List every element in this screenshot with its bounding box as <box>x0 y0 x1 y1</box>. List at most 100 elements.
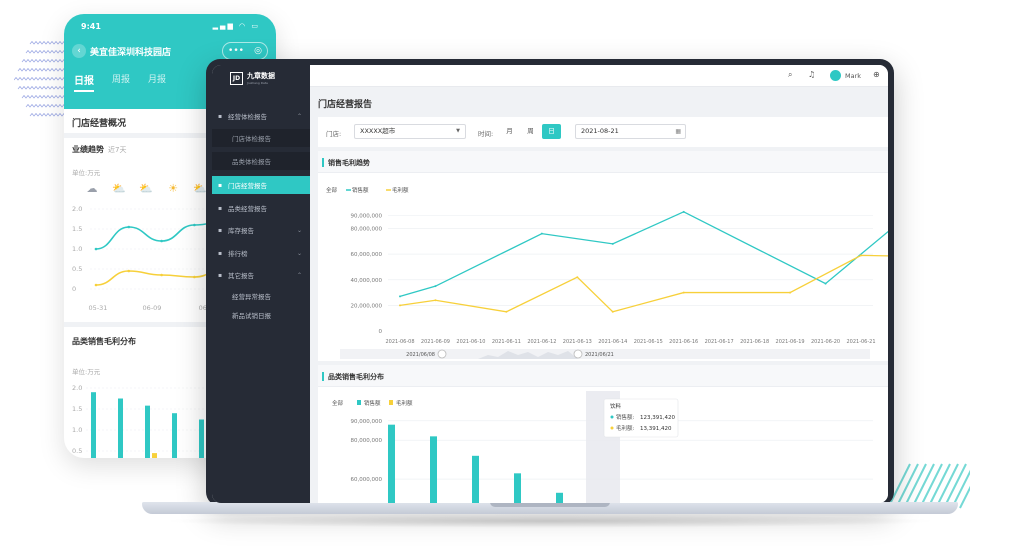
series-point <box>611 242 614 245</box>
distribution-panel: 品类销售毛利分布 全部 销售额 毛利额 90,000,000 80,000,000 60,… <box>318 365 888 503</box>
y-tick-label: 60,000,000 <box>351 252 383 258</box>
app-logo[interactable]: JD 九章数据 Jiuzhang Data <box>230 71 275 85</box>
legend-label[interactable]: 全部 <box>332 399 344 407</box>
period-month-button[interactable]: 月 <box>500 124 519 139</box>
bar-unit: 单位:万元 <box>72 368 101 376</box>
sidebar-item-2[interactable]: 门店体检报告 <box>212 129 310 147</box>
x-tick-label: 06-09 <box>143 304 162 312</box>
sidebar-item-label: 门店体检报告 <box>232 135 271 143</box>
sidebar-item-10[interactable]: 新品试销日报 <box>212 306 310 324</box>
x-tick-label: 2021-06-14 <box>598 339 627 345</box>
category-bar[interactable] <box>430 436 437 503</box>
search-icon[interactable]: ⌕ <box>788 70 792 80</box>
tab-daily[interactable]: 日报 <box>74 72 94 92</box>
x-tick-label: 2021-06-18 <box>740 339 769 345</box>
range-end-handle[interactable] <box>573 349 583 359</box>
weather-icon: ☀ <box>168 182 178 195</box>
trend-panel-header: 销售毛利趋势 <box>318 151 888 173</box>
series-point <box>611 310 614 313</box>
store-label: 门店: <box>326 130 342 138</box>
y-tick-label: 20,000,000 <box>351 303 383 309</box>
sidebar-item-3[interactable]: 品类体检报告 <box>212 152 310 170</box>
y-tick-label: 60,000,000 <box>351 477 383 483</box>
x-tick-label: 2021-06-08 <box>385 339 414 345</box>
date-value: 2021-08-21 <box>581 127 619 135</box>
x-tick-label: 2021-06-16 <box>669 339 698 345</box>
legend-label[interactable]: 销售额 <box>364 399 381 407</box>
weather-icon: ⛅ <box>139 182 153 195</box>
trend-title: 业绩趋势 <box>72 145 104 154</box>
x-tick-label: 2021-06-13 <box>563 339 592 345</box>
category-bar <box>118 398 123 458</box>
x-tick-label: 2021-06-19 <box>776 339 805 345</box>
user-name[interactable]: Mark <box>845 72 861 80</box>
accent-bar <box>322 372 324 381</box>
tooltip-sales-value: 123,391,420 <box>640 415 675 421</box>
trend-card-title: 业绩趋势 近7天 <box>72 144 126 155</box>
back-icon[interactable]: ‹ <box>72 44 86 58</box>
category-bar[interactable] <box>472 455 479 503</box>
range-start-handle[interactable] <box>437 349 447 359</box>
category-bar <box>172 413 177 458</box>
accent-bar <box>322 158 324 167</box>
y-tick-label: 1.5 <box>72 225 82 233</box>
tab-weekly[interactable]: 周报 <box>112 72 130 92</box>
trend-point <box>160 273 163 277</box>
close-target-icon[interactable]: ◎ <box>254 46 262 56</box>
legend-label[interactable]: 毛利额 <box>392 186 409 194</box>
legend-label[interactable]: 毛利额 <box>396 399 413 407</box>
x-tick-label: 2021-06-15 <box>634 339 663 345</box>
range-start-label: 2021/06/08 <box>406 352 435 358</box>
sidebar-item-9[interactable]: 经营异常报告 <box>212 287 310 305</box>
bell-icon[interactable]: ♫ <box>808 70 815 79</box>
menu-icon: ▪ <box>218 204 223 212</box>
y-tick-label: 2.0 <box>72 205 82 213</box>
series-point <box>399 295 401 298</box>
category-bar[interactable] <box>514 473 521 503</box>
period-day-button[interactable]: 日 <box>542 124 561 139</box>
legend-label[interactable]: 全部 <box>326 186 338 194</box>
category-bar[interactable] <box>556 492 563 503</box>
legend-label[interactable]: 销售额 <box>352 186 369 194</box>
date-picker[interactable]: 2021-08-21 ▦ <box>575 124 686 139</box>
report-tabs: 日报 周报 月报 <box>74 72 166 92</box>
sidebar-item-5[interactable]: ▪ 品类经营报告 <box>212 199 310 217</box>
x-tick-label: 2021-06-09 <box>421 339 450 345</box>
sidebar-item-1[interactable]: ▪ 经营体检报告 ⌃ <box>212 107 310 125</box>
store-select[interactable]: XXXXX超市 ▼ <box>354 124 466 139</box>
sidebar-item-4[interactable]: ▪ 门店经营报告 <box>212 176 310 194</box>
sidebar-item-label: 门店经营报告 <box>228 182 267 190</box>
sidebar-item-6[interactable]: ▪ 库存报告 ⌄ <box>212 221 310 239</box>
legend-swatch <box>357 400 361 405</box>
avatar[interactable] <box>830 70 841 81</box>
brand-name: 九章数据 <box>247 72 275 80</box>
status-time: 9:41 <box>81 22 101 31</box>
series-point <box>576 276 579 279</box>
bar-card-title: 品类销售毛利分布 <box>72 337 136 346</box>
section-title: 门店经营概况 <box>72 119 127 129</box>
y-tick-label: 0 <box>72 285 76 293</box>
y-tick-label: 0 <box>379 329 383 335</box>
x-tick-label: 2021-06-10 <box>456 339 485 345</box>
menu-icon: ▪ <box>218 181 223 189</box>
trend-point <box>94 247 98 251</box>
sidebar-item-8[interactable]: ▪ 其它报告 ⌃ <box>212 266 310 284</box>
legend-swatch <box>389 400 393 405</box>
sidebar-item-label: 经营体检报告 <box>228 113 267 121</box>
laptop-screen: JD 九章数据 Jiuzhang Data ▪ 经营体检报告 ⌃ 门店体检报告品类体检… <box>212 65 888 503</box>
more-icon[interactable]: ••• <box>228 46 244 56</box>
miniapp-capsule[interactable]: ••• ◎ <box>222 42 268 60</box>
sidebar-item-7[interactable]: ▪ 排行榜 ⌄ <box>212 244 310 262</box>
globe-icon[interactable]: ⊕ <box>873 70 880 79</box>
store-select-value: XXXXX超市 <box>360 127 396 135</box>
x-tick-label: 05-31 <box>89 304 108 312</box>
y-tick-label: 1.5 <box>72 405 82 413</box>
y-tick-label: 90,000,000 <box>351 419 383 425</box>
period-week-button[interactable]: 周 <box>521 124 540 139</box>
trend-point <box>127 269 131 273</box>
tab-monthly[interactable]: 月报 <box>148 72 166 92</box>
sidebar-item-label: 新品试销日报 <box>232 312 271 320</box>
category-bar[interactable] <box>388 424 395 503</box>
sidebar: JD 九章数据 Jiuzhang Data ▪ 经营体检报告 ⌃ 门店体检报告品类体检… <box>212 65 310 503</box>
trend-point <box>193 223 196 227</box>
